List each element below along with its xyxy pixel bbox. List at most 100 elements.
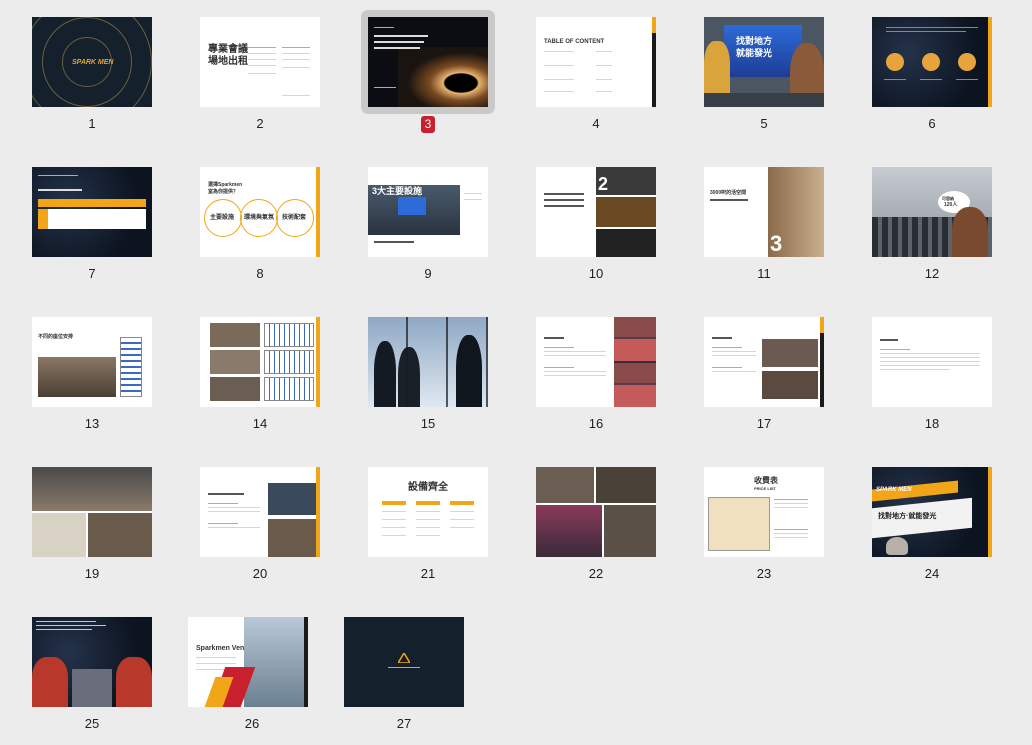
slide-preview[interactable]: 2 <box>536 167 656 257</box>
slide-thumbnail-26[interactable]: Sparkmen Venue 26 <box>160 600 328 731</box>
slide-number: 16 <box>588 416 604 431</box>
slide-number: 14 <box>252 416 268 431</box>
slide-preview[interactable] <box>872 317 992 407</box>
slide-number: 10 <box>588 266 604 281</box>
slide-thumbnail-27[interactable]: 27 <box>312 600 480 731</box>
slide-thumbnail-16[interactable]: 16 <box>504 300 672 431</box>
slide-thumbnail-9[interactable]: 3大主要設施 9 <box>336 150 504 281</box>
slide-heading: TABLE OF CONTENT <box>544 39 605 45</box>
brand-mark-icon <box>398 653 410 663</box>
slide-number: 4 <box>592 116 600 131</box>
slide-number: 9 <box>424 266 432 281</box>
slide-number: 27 <box>396 716 412 731</box>
slide-thumbnail-5[interactable]: 找對地方 就能發光 5 <box>672 0 840 131</box>
slide-number: 24 <box>924 566 940 581</box>
slide-number: 18 <box>924 416 940 431</box>
slide-number-graphic: 2 <box>598 174 609 194</box>
slide-preview[interactable]: TABLE OF CONTENT <box>536 17 656 107</box>
slide-number: 2 <box>256 116 264 131</box>
slide-preview[interactable]: 專業會議 場地出租 <box>200 17 320 107</box>
slide-thumbnail-1[interactable]: SPARK MEN 1 <box>0 0 168 131</box>
slide-heading: 選擇Sparkmen <box>208 182 243 188</box>
slide-thumbnail-19[interactable]: 19 <box>0 450 168 581</box>
slide-number: 20 <box>252 566 268 581</box>
slide-number: 11 <box>757 266 771 281</box>
slide-thumbnail-22[interactable]: 22 <box>504 450 672 581</box>
slide-heading: 場地出租 <box>208 56 248 67</box>
slide-sorter-grid: SPARK MEN 1 專業會議 場地出租 2 3 TABLE OF CONTE… <box>0 0 1032 745</box>
slide-preview[interactable] <box>872 17 992 107</box>
slide-number-graphic: 3 <box>770 231 783 256</box>
slide-preview[interactable] <box>32 617 152 707</box>
slide-preview[interactable]: 設備齊全 <box>368 467 488 557</box>
speech-bubble-text: 可容納 <box>942 196 954 201</box>
brand-logo: SPARK MEN <box>876 487 912 493</box>
slide-preview[interactable] <box>704 317 824 407</box>
slide-preview[interactable]: 選擇Sparkmen 室為你提供？ 主要設施 環境與氣氛 技術配套 <box>200 167 320 257</box>
slide-thumbnail-21[interactable]: 設備齊全 21 <box>336 450 504 581</box>
slide-thumbnail-18[interactable]: 18 <box>840 300 1008 431</box>
slide-number: 6 <box>928 116 936 131</box>
slide-heading: 就能發光 <box>736 48 773 58</box>
slide-preview[interactable] <box>32 167 152 257</box>
slide-heading: 找對地方 <box>736 36 773 46</box>
slide-preview[interactable]: 3大主要設施 <box>368 167 488 257</box>
slide-preview[interactable] <box>200 317 320 407</box>
slide-preview[interactable]: 不同的座位安排 <box>32 317 152 407</box>
slide-preview[interactable]: SPARK MEN <box>32 17 152 107</box>
slide-heading: 3000呎的活空間 <box>710 190 747 196</box>
speech-bubble-text: 120人 <box>944 202 958 208</box>
slide-number: 1 <box>88 116 96 131</box>
slide-number: 23 <box>756 566 772 581</box>
slide-number: 21 <box>420 566 436 581</box>
slide-preview[interactable] <box>536 317 656 407</box>
slide-thumbnail-4[interactable]: TABLE OF CONTENT 4 <box>504 0 672 131</box>
slide-preview[interactable]: 可容納 120人 <box>872 167 992 257</box>
slide-thumbnail-23[interactable]: 收費表 PRICE LIST 23 <box>672 450 840 581</box>
slide-number: 25 <box>84 716 100 731</box>
slide-heading: 專業會議 <box>208 44 248 55</box>
slide-preview[interactable] <box>200 467 320 557</box>
slide-number: 19 <box>84 566 100 581</box>
slide-preview[interactable] <box>344 617 464 707</box>
slide-thumbnail-3[interactable]: 3 <box>336 0 504 133</box>
slide-label: 主要設施 <box>210 215 235 221</box>
slide-thumbnail-11[interactable]: 3 3000呎的活空間 11 <box>672 150 840 281</box>
slide-thumbnail-7[interactable]: 7 <box>0 150 168 281</box>
slide-preview[interactable] <box>368 317 488 407</box>
slide-heading: 不同的座位安排 <box>38 334 74 340</box>
slide-number: 15 <box>420 416 436 431</box>
slide-thumbnail-10[interactable]: 2 10 <box>504 150 672 281</box>
slide-preview[interactable] <box>32 467 152 557</box>
slide-number: 13 <box>84 416 100 431</box>
slide-thumbnail-13[interactable]: 不同的座位安排 13 <box>0 300 168 431</box>
slide-number: 12 <box>924 266 940 281</box>
slide-heading: 3大主要設施 <box>372 186 423 196</box>
slide-subheading: PRICE LIST <box>754 486 777 491</box>
slide-thumbnail-15[interactable]: 15 <box>336 300 504 431</box>
slide-preview[interactable] <box>368 17 488 107</box>
slide-thumbnail-20[interactable]: 20 <box>168 450 336 581</box>
slide-thumbnail-2[interactable]: 專業會議 場地出租 2 <box>168 0 336 131</box>
slide-heading: 收費表 <box>754 476 778 485</box>
slide-preview[interactable]: 找對地方 就能發光 <box>704 17 824 107</box>
slide-preview[interactable] <box>536 467 656 557</box>
slide-thumbnail-8[interactable]: 選擇Sparkmen 室為你提供？ 主要設施 環境與氣氛 技術配套 8 <box>168 150 336 281</box>
brand-logo: SPARK MEN <box>72 59 114 66</box>
slide-thumbnail-12[interactable]: 可容納 120人 12 <box>840 150 1008 281</box>
slide-label: 環境與氣氛 <box>244 215 275 221</box>
slide-label: 技術配套 <box>282 215 307 221</box>
slide-thumbnail-14[interactable]: 14 <box>168 300 336 431</box>
slide-number: 3 <box>336 116 520 133</box>
slide-heading: 設備齊全 <box>408 482 448 493</box>
slide-preview[interactable]: SPARK MEN 找對地方·就能發光 <box>872 467 992 557</box>
slide-thumbnail-25[interactable]: 25 <box>0 600 168 731</box>
slide-number: 22 <box>588 566 604 581</box>
slide-thumbnail-6[interactable]: 6 <box>840 0 1008 131</box>
slide-preview[interactable]: 收費表 PRICE LIST <box>704 467 824 557</box>
slide-thumbnail-17[interactable]: 17 <box>672 300 840 431</box>
slide-thumbnail-24[interactable]: SPARK MEN 找對地方·就能發光 24 <box>840 450 1008 581</box>
slide-preview[interactable]: Sparkmen Venue <box>188 617 308 707</box>
slide-preview[interactable]: 3 3000呎的活空間 <box>704 167 824 257</box>
slide-heading: 找對地方·就能發光 <box>878 513 937 520</box>
